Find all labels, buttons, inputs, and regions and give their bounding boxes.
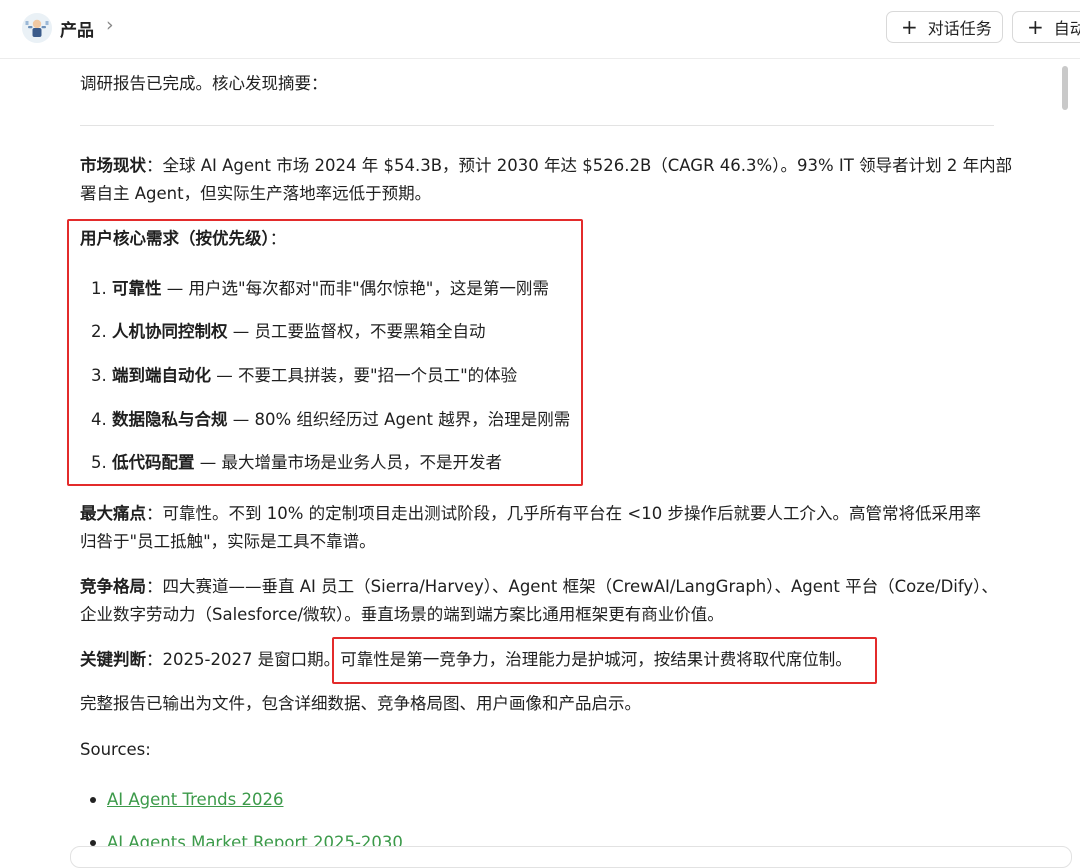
competition-label: 竞争格局 (80, 577, 146, 596)
market-paragraph-line2: 署自主 Agent，但实际生产落地率远低于预期。 (80, 184, 432, 203)
intro-text: 调研报告已完成。核心发现摘要： (80, 74, 328, 93)
composer-card[interactable] (70, 846, 1072, 868)
plus-icon: + (901, 15, 918, 39)
new-automation-button[interactable]: + 自动 (1012, 11, 1080, 43)
pain-label: 最大痛点 (80, 504, 146, 523)
full-report-text: 完整报告已输出为文件，包含详细数据、竞争格局图、用户画像和产品启示。 (80, 694, 641, 713)
scrollbar-thumb[interactable] (1062, 66, 1068, 110)
judgement-text-a: ：2025-2027 是窗口期。 (146, 650, 341, 669)
competition-text: ：四大赛道——垂直 AI 员工（Sierra/Harvey）、Agent 框架（… (146, 577, 998, 596)
chevron-right-icon: › (106, 14, 114, 36)
new-automation-label: 自动 (1053, 19, 1080, 38)
bullet-icon (90, 797, 96, 803)
new-chat-task-label: 对话任务 (927, 19, 992, 38)
competition-paragraph-line1: 竞争格局：四大赛道——垂直 AI 员工（Sierra/Harvey）、Agent… (80, 575, 998, 599)
pain-paragraph-line1: 最大痛点：可靠性。不到 10% 的定制项目走出测试阶段，几乎所有平台在 <10 … (80, 502, 981, 526)
needs-highlight-box (67, 219, 583, 486)
divider (80, 125, 994, 126)
sources-label: Sources: (80, 740, 151, 759)
market-paragraph-line1: 市场现状：全球 AI Agent 市场 2024 年 $54.3B，预计 203… (80, 154, 1012, 178)
plus-icon: + (1027, 15, 1044, 39)
new-chat-task-button[interactable]: + 对话任务 (886, 11, 1003, 43)
market-text: ：全球 AI Agent 市场 2024 年 $54.3B，预计 2030 年达… (146, 156, 1013, 175)
pain-text: ：可靠性。不到 10% 的定制项目走出测试阶段，几乎所有平台在 <10 步操作后… (146, 504, 981, 523)
pain-paragraph-line2: 归咎于"员工抵触"，实际是工具不靠谱。 (80, 532, 376, 551)
competition-paragraph-line2: 企业数字劳动力（Salesforce/微软）。垂直场景的端到端方案比通用框架更有… (80, 605, 724, 624)
source-link[interactable]: AI Agent Trends 2026 (107, 788, 283, 812)
market-label: 市场现状 (80, 156, 146, 175)
judgement-highlight-box (332, 637, 877, 684)
top-bar: 产品 › + 对话任务 + 自动 (0, 0, 1080, 59)
judgement-label: 关键判断 (80, 650, 146, 669)
project-avatar-icon[interactable] (22, 13, 52, 43)
breadcrumb-project[interactable]: 产品 (60, 16, 94, 41)
